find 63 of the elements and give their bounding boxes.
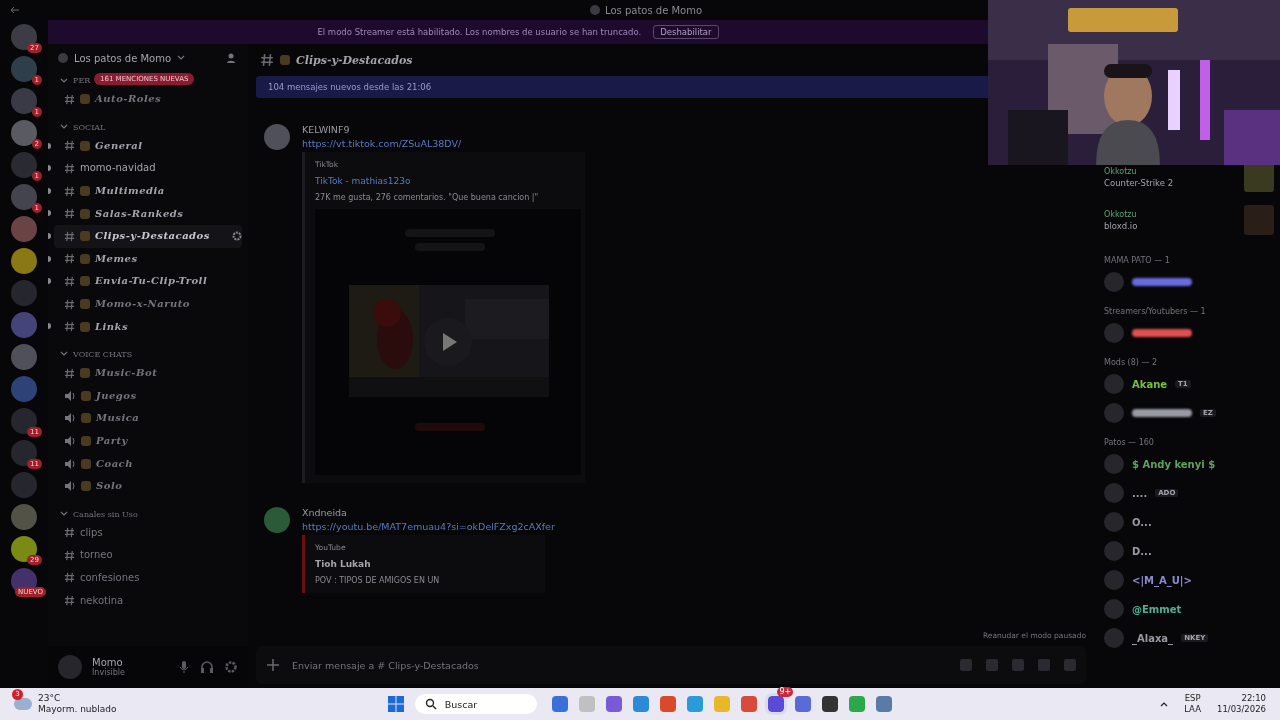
search-field[interactable]: Buscar [414,694,538,714]
channel-item[interactable]: Musica [54,407,242,430]
member-name[interactable]: Okkotzu [1104,209,1240,219]
channel-item[interactable]: torneo [54,544,242,567]
channel-item[interactable]: Memes [54,247,242,271]
channel-item[interactable]: Clips-y-Destacados [54,224,242,248]
message-link[interactable]: https://vt.tiktok.com/ZSuAL38DV/ [302,138,462,149]
channel-item[interactable]: Envia-Tu-Clip-Troll [54,270,242,293]
embed-description: POV : TIPOS DE AMIGOS EN UN [315,576,441,585]
member-name[interactable]: <|M_A_U|> [1132,574,1192,586]
channel-item[interactable]: Auto-Roles [54,88,242,111]
category-header[interactable]: Canales sin Uso [73,509,138,519]
category-header[interactable]: PER [73,76,91,85]
member-name[interactable]: Akane [1132,378,1168,390]
group-header: Mods (8) — 2 [1104,358,1159,367]
member-name[interactable]: $ Andy kenyi $ [1132,458,1216,470]
channel-title: Clips-y-Destacados [296,53,413,67]
member-name[interactable]: Okkotzu [1104,166,1240,176]
server-name[interactable]: Los patos de Momo [74,52,172,64]
embed-title[interactable]: TikTok - mathias123o [315,176,575,186]
window-title: Los patos de Momo [605,4,703,16]
message-author[interactable]: KELWINF9 [302,124,350,135]
embed-title[interactable]: Tioh Lukah [315,559,535,569]
embed-description: 27K me gusta, 276 comentarios. "Que buena cancion |" [315,193,540,202]
channel-item[interactable]: Party [54,429,242,453]
group-header: Patos — 160 [1104,438,1155,447]
game-name: bloxd.io [1104,220,1139,231]
member-name[interactable]: D... [1132,545,1152,557]
channel-item[interactable]: Coach [54,452,242,475]
channel-item[interactable]: Music-Bot [54,361,242,385]
channel-item[interactable]: Solo [54,474,242,498]
temperature: 23°C [38,693,62,704]
channel-item[interactable]: clips [54,521,242,545]
user-status: Invisible [92,668,126,677]
member-name[interactable]: @Emmet [1132,603,1182,615]
weather-text: Mayorm. nublado [38,704,117,715]
member-name[interactable]: .... [1132,487,1148,499]
notification-badge: 9+ [777,687,794,697]
game-name: Counter-Strike 2 [1104,177,1175,188]
message-link[interactable]: https://youtu.be/MAT7emuau4?si=okDelFZxg2cAXfer [302,521,555,532]
channel-item[interactable]: Momo-x-Naruto [54,292,242,316]
clock[interactable]: 22:10 11/03/2026 [1217,693,1266,715]
channel-item[interactable]: Juegos [54,384,242,408]
channel-item[interactable]: Links [54,315,242,338]
group-header: Streamers/Youtubers — 1 [1104,307,1207,316]
user-name: Momo [92,657,124,668]
group-header: MAMA PATO — 1 [1104,256,1171,265]
message-author[interactable]: Xndneida [302,507,347,518]
message-composer[interactable]: Enviar mensaje a # Clips-y-Destacados [256,646,1086,684]
disable-button[interactable]: Deshabilitar [653,25,719,39]
channel-item[interactable]: momo-navidad [54,157,242,180]
banner-text: El modo Streamer está habilitado. Los nombres de usuario se han truncado. [317,27,642,37]
channel-item[interactable]: General [54,134,242,158]
member-name[interactable]: _Alaxa_ [1132,632,1174,644]
channel-item[interactable]: nekotina [54,589,242,612]
language-indicator[interactable]: ESP LAA [1184,693,1201,715]
channel-item[interactable]: Salas-Rankeds [54,202,242,225]
channel-item[interactable]: confesiones [54,566,242,590]
category-header[interactable]: VOICE CHATS [73,349,133,359]
category-header[interactable]: SOCIAL [73,122,106,132]
channel-item[interactable]: Multimedia [54,179,242,203]
member-name[interactable]: O... [1132,516,1152,528]
message-input[interactable]: Enviar mensaje a # Clips-y-Destacados [290,658,950,672]
